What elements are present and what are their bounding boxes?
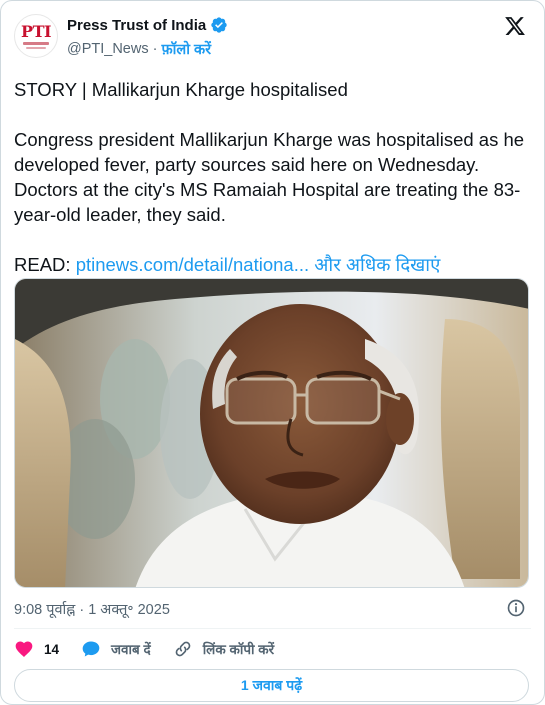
- post-headline: STORY | Mallikarjun Kharge hospitalised: [14, 79, 348, 100]
- link-icon: [175, 641, 191, 657]
- account-name-row: Press Trust of India: [67, 16, 228, 34]
- post-timestamp[interactable]: 9:08 पूर्वाह्न · 1 अक्तू॰ 2025: [14, 599, 170, 619]
- copy-link-button[interactable]: लिंक कॉपी करें: [173, 639, 274, 659]
- post-read-line: READ: ptinews.com/detail/nationa... और अ…: [14, 252, 534, 277]
- heart-icon: [15, 641, 33, 657]
- avatar-logo-line: [23, 41, 49, 45]
- like-button[interactable]: 14: [14, 639, 59, 659]
- reply-button[interactable]: जवाब दें: [81, 639, 151, 659]
- photo-illustration: [15, 279, 528, 587]
- avatar[interactable]: PTI: [14, 14, 58, 58]
- handle-separator: ·: [152, 41, 158, 57]
- account-handle[interactable]: @PTI_News: [67, 41, 149, 57]
- divider: [14, 628, 531, 629]
- reply-bubble-icon: [82, 641, 100, 657]
- action-bar: 14 जवाब दें लिंक कॉपी करें: [14, 637, 296, 661]
- verified-badge-icon: [211, 17, 227, 33]
- reply-label: जवाब दें: [111, 642, 151, 657]
- post-image[interactable]: [14, 278, 529, 588]
- read-prefix: READ:: [14, 254, 76, 275]
- post-text: STORY | Mallikarjun Kharge hospitalised …: [14, 77, 534, 277]
- read-replies-button[interactable]: 1 जवाब पढ़ें: [14, 669, 529, 702]
- avatar-logo-text: PTI: [21, 21, 51, 41]
- x-logo-icon[interactable]: [504, 15, 526, 37]
- follow-button[interactable]: फ़ॉलो करें: [161, 39, 211, 59]
- post-card: PTI Press Trust of India @PTI_News · फ़ॉ…: [0, 0, 545, 705]
- account-name[interactable]: Press Trust of India: [67, 17, 206, 34]
- copy-link-label: लिंक कॉपी करें: [202, 642, 275, 657]
- post-body: Congress president Mallikarjun Kharge wa…: [14, 129, 525, 225]
- article-link[interactable]: ptinews.com/detail/nationa...: [76, 254, 309, 275]
- account-handle-row: @PTI_News · फ़ॉलो करें: [67, 39, 211, 59]
- show-more-link[interactable]: और अधिक दिखाएं: [314, 254, 440, 275]
- info-icon[interactable]: [506, 598, 526, 618]
- like-count: 14: [44, 641, 60, 657]
- avatar-logo-line-2: [26, 46, 46, 49]
